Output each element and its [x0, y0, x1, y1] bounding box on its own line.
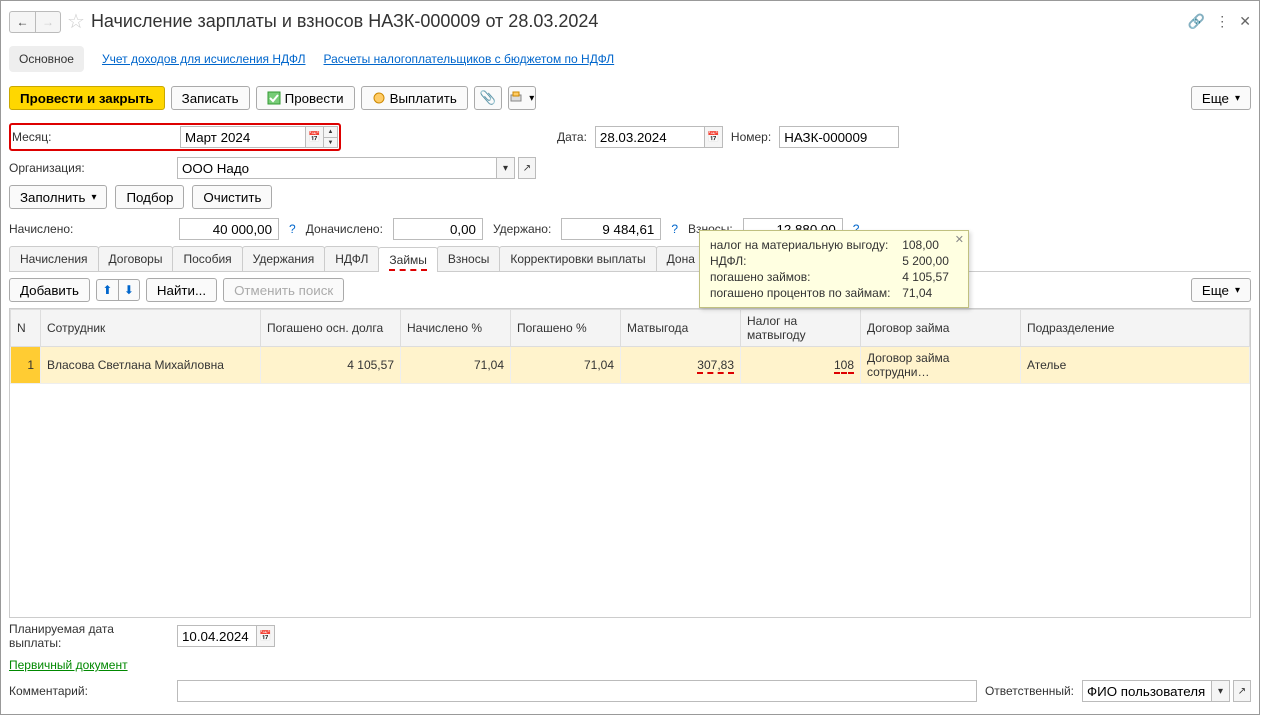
loans-table-wrap: N Сотрудник Погашено осн. долга Начислен…	[9, 308, 1251, 618]
nav-link-budget[interactable]: Расчеты налогоплательщиков с бюджетом по…	[324, 52, 615, 66]
date-calendar-icon[interactable]: 📅	[705, 126, 723, 148]
move-down-button[interactable]: ⬇	[118, 279, 140, 301]
accrued-label: Начислено:	[9, 222, 169, 236]
plan-date-calendar-icon[interactable]: 📅	[257, 625, 275, 647]
col-matbenefit[interactable]: Матвыгода	[621, 310, 741, 347]
cancel-find-button[interactable]: Отменить поиск	[223, 278, 344, 302]
link-icon[interactable]: 🔗	[1188, 13, 1205, 30]
comment-input[interactable]	[177, 680, 977, 702]
col-employee[interactable]: Сотрудник	[41, 310, 261, 347]
org-dropdown-icon[interactable]: ▾	[497, 157, 515, 179]
org-open-icon[interactable]: ↗	[518, 157, 536, 179]
org-label: Организация:	[9, 161, 169, 175]
tooltip-close-icon[interactable]: ✕	[955, 233, 964, 246]
col-accrued-pct[interactable]: Начислено %	[401, 310, 511, 347]
post-icon	[267, 91, 281, 105]
plan-date-label: Планируемая дата выплаты:	[9, 622, 169, 650]
responsible-open-icon[interactable]: ↗	[1233, 680, 1251, 702]
table-more-button[interactable]: Еще	[1191, 278, 1251, 302]
col-principal[interactable]: Погашено осн. долга	[261, 310, 401, 347]
nav-back-button[interactable]: ←	[9, 11, 35, 33]
loans-table: N Сотрудник Погашено осн. долга Начислен…	[10, 309, 1250, 384]
print-icon	[509, 91, 523, 105]
accrued-help-icon[interactable]: ?	[289, 222, 296, 236]
org-input[interactable]	[177, 157, 497, 179]
withheld-label: Удержано:	[493, 222, 551, 236]
accrued-value[interactable]	[179, 218, 279, 240]
planned-date-row: Планируемая дата выплаты: 📅	[9, 618, 1251, 654]
tab-loans[interactable]: Займы	[378, 247, 438, 272]
find-button[interactable]: Найти...	[146, 278, 217, 302]
withheld-tooltip: ✕ налог на материальную выгоду:108,00 НД…	[699, 230, 969, 308]
comment-label: Комментарий:	[9, 684, 169, 698]
tab-ndfl[interactable]: НДФЛ	[324, 246, 379, 271]
form-row-fill: Заполнить Подбор Очистить	[9, 182, 1251, 212]
responsible-label: Ответственный:	[985, 684, 1074, 698]
col-tax-matbenefit[interactable]: Налог на матвыгоду	[741, 310, 861, 347]
month-spin-up[interactable]: ▲	[324, 126, 338, 137]
table-header-row: N Сотрудник Погашено осн. долга Начислен…	[11, 310, 1250, 347]
nav-link-income[interactable]: Учет доходов для исчисления НДФЛ	[102, 52, 306, 66]
navbar: Основное Учет доходов для исчисления НДФ…	[9, 42, 1251, 82]
close-icon[interactable]: ✕	[1239, 13, 1251, 30]
withheld-value[interactable]	[561, 218, 661, 240]
plan-date-input[interactable]	[177, 625, 257, 647]
pay-button[interactable]: Выплатить	[361, 86, 468, 110]
kebab-menu-icon[interactable]: ⋮	[1215, 13, 1229, 30]
paperclip-icon: 📎	[479, 90, 496, 106]
primary-document-link[interactable]: Первичный документ	[9, 658, 128, 672]
col-loan-contract[interactable]: Договор займа	[861, 310, 1021, 347]
window-title: Начисление зарплаты и взносов НАЗК-00000…	[91, 11, 1182, 32]
col-n[interactable]: N	[11, 310, 41, 347]
attachment-button[interactable]: 📎	[474, 86, 502, 110]
tab-contracts[interactable]: Договоры	[98, 246, 174, 271]
number-label: Номер:	[731, 130, 771, 144]
nav-forward-button[interactable]: →	[35, 11, 61, 33]
more-button[interactable]: Еще	[1191, 86, 1251, 110]
favorite-star-icon[interactable]: ☆	[67, 9, 85, 34]
save-button[interactable]: Записать	[171, 86, 250, 110]
withheld-help-icon[interactable]: ?	[671, 222, 678, 236]
responsible-input[interactable]	[1082, 680, 1212, 702]
print-dropdown-button[interactable]	[508, 86, 536, 110]
additional-label: Доначислено:	[306, 222, 383, 236]
titlebar: ← → ☆ Начисление зарплаты и взносов НАЗК…	[9, 5, 1251, 42]
col-repaid-pct[interactable]: Погашено %	[511, 310, 621, 347]
tab-accruals[interactable]: Начисления	[9, 246, 99, 271]
form-row-1: Месяц: 📅 ▲ ▼ Дата: 📅 Номер:	[9, 120, 1251, 154]
move-up-button[interactable]: ⬆	[96, 279, 118, 301]
tab-deductions[interactable]: Удержания	[242, 246, 326, 271]
comment-row: Комментарий: Ответственный: ▾ ↗	[9, 676, 1251, 706]
month-input[interactable]	[180, 126, 306, 148]
clear-button[interactable]: Очистить	[192, 185, 272, 209]
form-row-org: Организация: ▾ ↗	[9, 154, 1251, 182]
col-department[interactable]: Подразделение	[1021, 310, 1250, 347]
fill-button[interactable]: Заполнить	[9, 185, 107, 209]
add-button[interactable]: Добавить	[9, 278, 90, 302]
tab-contributions[interactable]: Взносы	[437, 246, 500, 271]
select-button[interactable]: Подбор	[115, 185, 184, 209]
post-and-close-button[interactable]: Провести и закрыть	[9, 86, 165, 110]
table-row[interactable]: 1 Власова Светлана Михайловна 4 105,57 7…	[11, 347, 1250, 384]
post-button[interactable]: Провести	[256, 86, 355, 110]
additional-value[interactable]	[393, 218, 483, 240]
month-calendar-icon[interactable]: 📅	[306, 126, 324, 148]
pay-icon	[372, 91, 386, 105]
tab-toolbar: Добавить ⬆ ⬇ Найти... Отменить поиск Еще	[9, 272, 1251, 308]
tab-corrections[interactable]: Корректировки выплаты	[499, 246, 656, 271]
summary-row: Начислено: ? Доначислено: Удержано: ? Вз…	[9, 212, 1251, 246]
number-input[interactable]	[779, 126, 899, 148]
date-label: Дата:	[557, 130, 587, 144]
responsible-dropdown-icon[interactable]: ▾	[1212, 680, 1230, 702]
month-label: Месяц:	[12, 130, 172, 144]
month-spin-down[interactable]: ▼	[324, 137, 338, 148]
main-toolbar: Провести и закрыть Записать Провести Вып…	[9, 82, 1251, 120]
date-input[interactable]	[595, 126, 705, 148]
tabs-bar: Начисления Договоры Пособия Удержания НД…	[9, 246, 1251, 272]
nav-tab-main[interactable]: Основное	[9, 46, 84, 72]
tab-benefits[interactable]: Пособия	[172, 246, 242, 271]
